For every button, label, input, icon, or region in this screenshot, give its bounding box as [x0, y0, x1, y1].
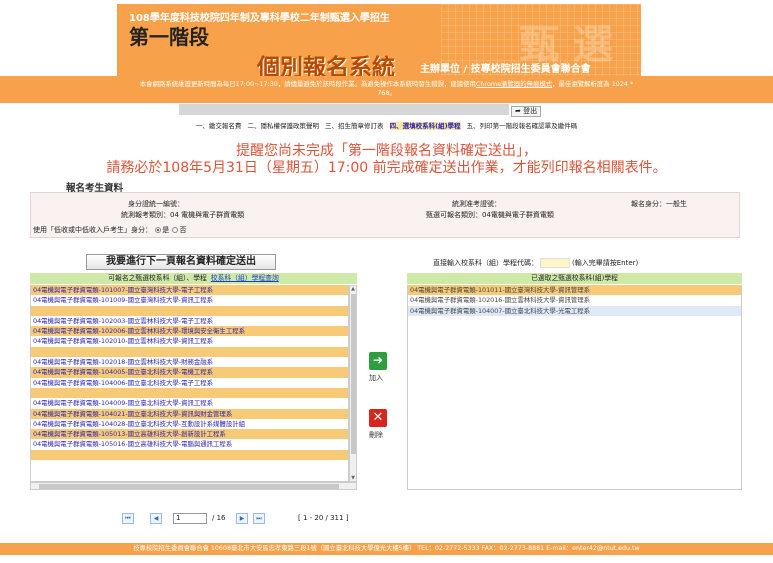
page-total: / 16 — [212, 514, 226, 522]
last-page-icon[interactable]: ⏭ — [253, 513, 265, 524]
warning-line-1: 提醒您尚未完成「第一階段報名資料確定送出」， — [236, 143, 537, 159]
footer-contact: 技專校院招生委員會聯合會 10608臺北市大安區忠孝東路三段1號（國立臺北科技大… — [0, 543, 773, 555]
first-page-icon[interactable]: ⏮ — [122, 513, 134, 524]
status-value: 一般生 — [666, 200, 687, 208]
code-hint: (輸入完畢請按Enter) — [572, 259, 639, 267]
notice-text: 本會網路系統維護更新時間為每日17:00~17:30，請儘量避免於該時段作業。為… — [139, 80, 476, 88]
user-info-box — [179, 104, 509, 115]
code-input[interactable] — [540, 258, 570, 268]
step-5[interactable]: 五、列印第一階段報名確認單及繳件碼 — [467, 122, 578, 130]
available-department-item[interactable]: 04電機與電子群資電類-105013-國立高雄科技大學-創新設計工程系 — [31, 429, 348, 440]
available-department-item[interactable]: 04電機與電子群資電類-102003-國立雲林科技大學-電子工程系 — [31, 315, 348, 327]
available-department-item[interactable] — [31, 449, 348, 461]
next-page-icon[interactable]: ▶ — [236, 513, 248, 524]
logout-button[interactable]: ➦ 登出 — [511, 106, 542, 117]
applicant-info-panel: 身分證統一編號： 統測報考類別：04 電機與電子群資電類 使用「低收或中低收入戶… — [30, 192, 740, 238]
delete-x-icon[interactable]: ✕ — [369, 409, 387, 427]
selected-department-item[interactable]: 04電機與電子群資電類-101011-國立臺灣科技大學-資訊管理系 — [408, 285, 741, 296]
available-department-item[interactable]: 04電機與電子群資電類-104028-國立臺北科技大學-互動設計系媒體設計組 — [31, 418, 348, 430]
step-3[interactable]: 三、招生簡章修訂表 — [325, 122, 384, 130]
code-label: 直接輸入校系科（組）學程代碼： — [433, 259, 538, 267]
department-search-link[interactable]: 校系科（組）學程查詢 — [211, 274, 279, 282]
available-department-item[interactable]: 04電機與電子群資電類-105016-國立高雄科技大學-電腦與通訊工程系 — [31, 439, 348, 450]
system-title: 個別報名系統 — [257, 55, 395, 76]
exam-category-label: 統測報考類別： — [121, 211, 170, 219]
apply-category-label: 甄選可報名類別： — [426, 211, 482, 219]
chrome-incognito-link[interactable]: Chrome瀏覽器的無痕模式 — [476, 80, 552, 88]
notice-text-2: ，最佳瀏覽解析度為 1024 * — [552, 80, 634, 88]
host-organization: 主辦單位 / 技專校院招生委員會聯合會 — [420, 64, 591, 75]
selected-department-item[interactable]: 04電機與電子群資電類-102016-國立雲林科技大學-資訊管理系 — [408, 295, 741, 306]
logout-label: 登出 — [523, 107, 538, 115]
exam-category-value: 04 電機與電子群資電類 — [170, 211, 245, 219]
available-list-title: 可報名之甄選校系科（組）、學程 — [108, 274, 207, 282]
warning-line-2: 請務必於108年5月31日（星期五）17:00 前完成確定送出作業，才能列印報名… — [106, 160, 667, 176]
prev-page-icon[interactable]: ◀ — [150, 513, 162, 524]
pager: ⏮ ◀ 1 / 16 ▶ ⏭ [ 1 - 20 / 311 ] — [100, 513, 360, 525]
low-income-no-radio[interactable] — [172, 227, 179, 233]
deadline-warning: 提醒您尚未完成「第一階段報名資料確定送出」， 請務必於108年5月31日（星期五… — [0, 143, 773, 177]
code-entry-row: 直接輸入校系科（組）學程代碼： (輸入完畢請按Enter) — [433, 258, 638, 268]
confirm-submit-button[interactable]: 我要進行下一頁報名資料確定送出 — [86, 254, 276, 270]
apply-category-value: 04電機與電子群資電類 — [482, 211, 554, 219]
available-department-item[interactable]: 04電機與電子群資電類-102010-國立雲林科技大學-資訊工程系 — [31, 336, 348, 347]
selected-department-item[interactable]: 04電機與電子群資電類-104007-國立臺北科技大學-光電工程系 — [408, 305, 741, 316]
available-department-item[interactable]: 04電機與電子群資電類-102006-國立雲林科技大學-環境與安全衛生工程系 — [31, 326, 348, 337]
add-arrow-icon[interactable]: ➜ — [369, 352, 387, 370]
available-department-item[interactable]: 04電機與電子群資電類-101007-國立臺灣科技大學-電子工程系 — [31, 285, 348, 296]
scroll-up-icon[interactable]: ▲ — [350, 286, 356, 292]
available-department-item[interactable] — [31, 305, 348, 316]
available-list-hscroll[interactable] — [30, 482, 357, 490]
step-4-active[interactable]: 四、選填校系科(組)學程 — [389, 122, 461, 130]
step-navigation: 一、繳交報名費 二、隱私權保護政策聲明 三、招生簡章修訂表 四、選填校系科(組)… — [0, 120, 773, 130]
available-department-item[interactable] — [31, 346, 348, 358]
status-label: 報名身分： — [631, 200, 666, 208]
low-income-yes-radio[interactable] — [155, 227, 162, 233]
step-1[interactable]: 一、繳交報名費 — [196, 122, 242, 130]
available-department-item[interactable]: 04電機與電子群資電類-104021-國立臺北科技大學-資訊與財金管理系 — [31, 408, 348, 419]
low-income-label: 使用「低收或中低收入戶考生」身分： — [33, 226, 152, 234]
banner-stage: 第一階段 — [129, 25, 209, 49]
record-range: [ 1 - 20 / 311 ] — [298, 514, 349, 522]
available-departments-list[interactable]: 04電機與電子群資電類-101007-國立臺灣科技大學-電子工程系 04電機與電子… — [30, 285, 349, 482]
logout-icon: ➦ — [515, 107, 521, 115]
notice-text-3: 768。 — [377, 88, 396, 97]
available-department-item[interactable]: 04電機與電子群資電類-102018-國立雲林科技大學-財務金融系 — [31, 357, 348, 368]
vscroll-thumb[interactable] — [351, 294, 356, 454]
delete-label[interactable]: 刪除 — [369, 430, 383, 440]
available-department-item[interactable]: 04電機與電子群資電類-101009-國立臺灣科技大學-資訊工程系 — [31, 295, 348, 306]
id-label: 身分證統一編號： — [128, 200, 184, 208]
page-input[interactable]: 1 — [173, 513, 207, 524]
add-label[interactable]: 加入 — [369, 373, 383, 383]
hscroll-thumb[interactable] — [39, 484, 339, 489]
selected-list-header: 已選取之甄選校系科(組)學程 — [407, 273, 742, 284]
available-department-item[interactable]: 04電機與電子群資電類-104005-國立臺北科技大學-電機工程系 — [31, 367, 348, 378]
step-2[interactable]: 二、隱私權保護政策聲明 — [247, 122, 319, 130]
available-list-vscroll[interactable]: ▲ ▼ — [349, 285, 357, 482]
exam-no-label: 統測准考證號： — [452, 200, 501, 208]
low-income-no-label: 否 — [179, 226, 187, 234]
maintenance-notice: 本會網路系統維護更新時間為每日17:00~17:30，請儘量避免於該時段作業。為… — [0, 76, 773, 103]
available-department-item[interactable]: 04電機與電子群資電類-104009-國立臺北科技大學-資訊工程系 — [31, 398, 348, 409]
banner: 甄選 108學年度科技校院四年制及專科學校二年制甄選入學招生 第一階段 個別報名… — [117, 4, 641, 76]
available-list-header: 可報名之甄選校系科（組）、學程 校系科（組）學程查詢 — [30, 273, 357, 284]
available-department-item[interactable] — [31, 387, 348, 399]
scroll-down-icon[interactable]: ▼ — [350, 475, 356, 481]
selected-departments-list[interactable]: 04電機與電子群資電類-101011-國立臺灣科技大學-資訊管理系 04電機與電子… — [407, 285, 742, 490]
low-income-yes-label: 是 — [162, 226, 170, 234]
available-department-item[interactable]: 04電機與電子群資電類-104006-國立臺北科技大學-電子工程系 — [31, 377, 348, 388]
